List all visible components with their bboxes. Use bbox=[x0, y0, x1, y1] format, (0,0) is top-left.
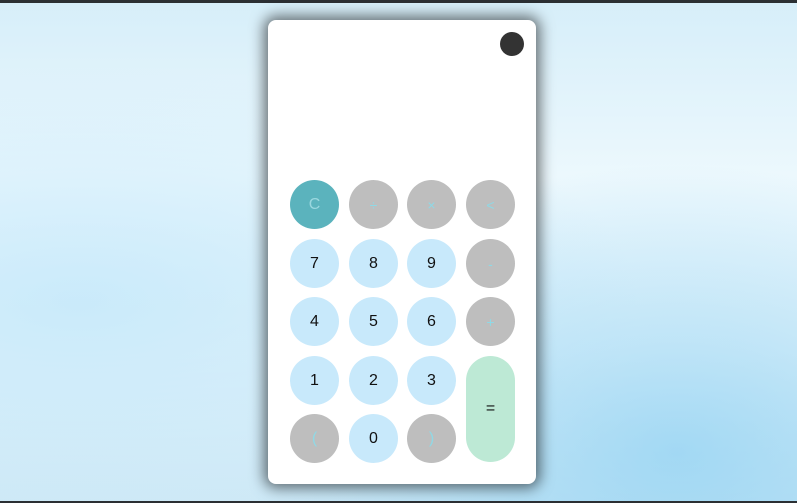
digit-5-button[interactable]: 5 bbox=[349, 297, 398, 346]
digit-1-button[interactable]: 1 bbox=[290, 356, 339, 405]
digit-7-button[interactable]: 7 bbox=[290, 239, 339, 288]
close-paren-button[interactable]: ) bbox=[407, 414, 456, 463]
digit-8-button[interactable]: 8 bbox=[349, 239, 398, 288]
digit-3-button[interactable]: 3 bbox=[407, 356, 456, 405]
subtract-button[interactable]: - bbox=[466, 239, 515, 288]
backspace-button[interactable]: < bbox=[466, 180, 515, 229]
digit-0-button[interactable]: 0 bbox=[349, 414, 398, 463]
equals-button[interactable]: = bbox=[466, 356, 515, 462]
divide-button[interactable]: ÷ bbox=[349, 180, 398, 229]
clear-button[interactable]: C bbox=[290, 180, 339, 229]
multiply-button[interactable]: × bbox=[407, 180, 456, 229]
digit-2-button[interactable]: 2 bbox=[349, 356, 398, 405]
calculator-display bbox=[284, 70, 520, 166]
digit-9-button[interactable]: 9 bbox=[407, 239, 456, 288]
digit-6-button[interactable]: 6 bbox=[407, 297, 456, 346]
open-paren-button[interactable]: ( bbox=[290, 414, 339, 463]
theme-toggle-button[interactable] bbox=[500, 32, 524, 56]
window-top-border bbox=[0, 0, 797, 3]
add-button[interactable]: + bbox=[466, 297, 515, 346]
digit-4-button[interactable]: 4 bbox=[290, 297, 339, 346]
